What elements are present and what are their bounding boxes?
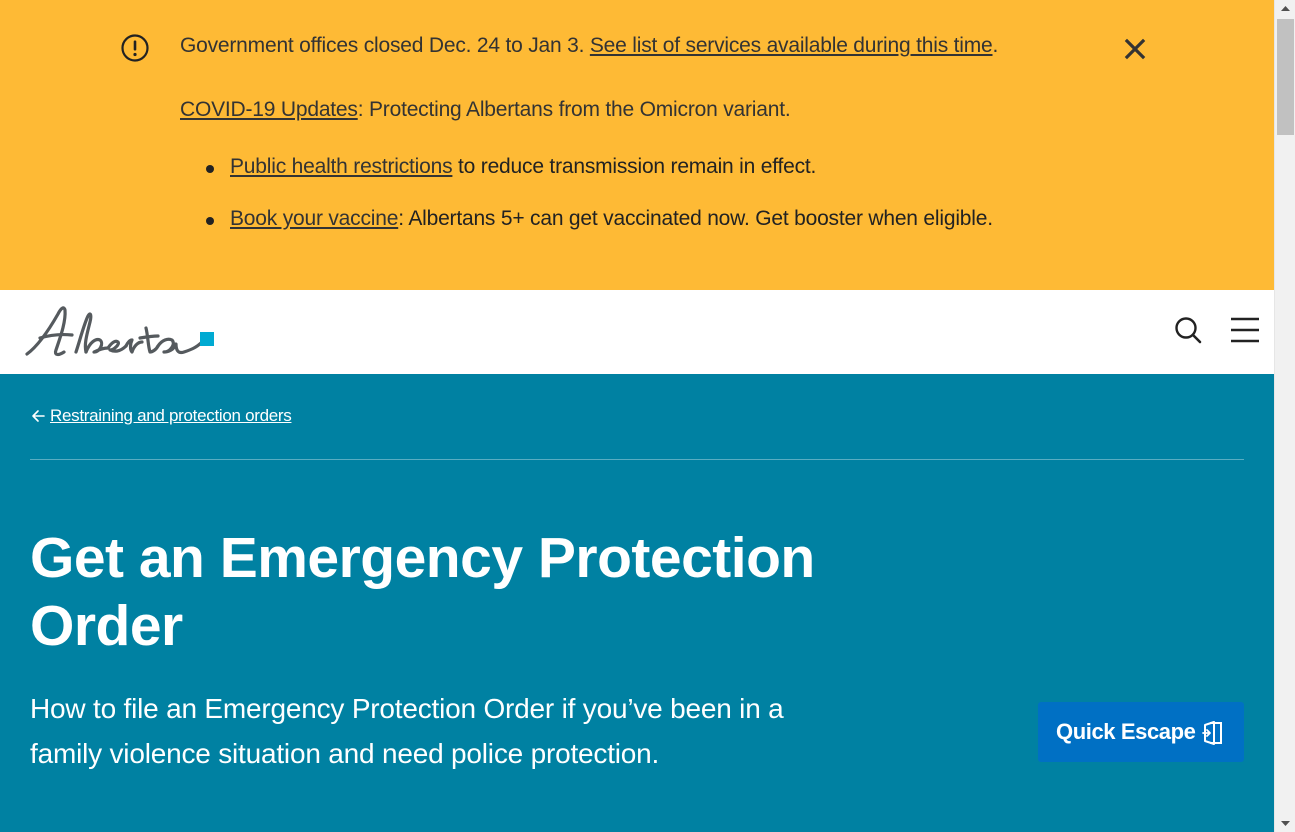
covid-notice-text: : Protecting Albertans from the Omicron … bbox=[357, 98, 791, 121]
bullet-icon bbox=[206, 165, 214, 173]
alert-notice-text: Government offices closed Dec. 24 to Jan… bbox=[180, 34, 590, 57]
alert-banner: Government offices closed Dec. 24 to Jan… bbox=[0, 0, 1274, 290]
page-viewport: Government offices closed Dec. 24 to Jan… bbox=[0, 0, 1274, 832]
breadcrumb: Restraining and protection orders bbox=[30, 406, 292, 426]
logo-square-icon bbox=[200, 332, 214, 346]
covid-notice: COVID-19 Updates: Protecting Albertans f… bbox=[180, 98, 791, 122]
covid-updates-link[interactable]: COVID-19 Updates bbox=[180, 98, 358, 121]
vertical-scrollbar[interactable] bbox=[1274, 0, 1295, 832]
page-lead: How to file an Emergency Protection Orde… bbox=[30, 693, 784, 769]
list-item-text: : Albertans 5+ can get vaccinated now. G… bbox=[398, 207, 993, 230]
arrow-left-icon bbox=[32, 410, 45, 422]
divider bbox=[30, 459, 1244, 460]
list-item: Public health restrictions to reduce tra… bbox=[180, 155, 993, 207]
alert-list: Public health restrictions to reduce tra… bbox=[180, 155, 993, 259]
breadcrumb-link[interactable]: Restraining and protection orders bbox=[50, 406, 292, 426]
search-icon[interactable] bbox=[1172, 314, 1204, 346]
alert-notice-end: . bbox=[992, 34, 999, 57]
menu-icon[interactable] bbox=[1228, 314, 1262, 346]
services-link[interactable]: See list of services available during th… bbox=[590, 34, 993, 57]
exit-door-icon bbox=[1202, 721, 1222, 745]
page-title: Get an Emergency Protection Order bbox=[30, 526, 815, 658]
list-item: Book your vaccine: Albertans 5+ can get … bbox=[180, 207, 993, 259]
alert-icon bbox=[121, 34, 149, 62]
alert-notice: Government offices closed Dec. 24 to Jan… bbox=[180, 34, 998, 58]
scrollbar-thumb[interactable] bbox=[1277, 19, 1294, 135]
scroll-up-icon[interactable] bbox=[1275, 0, 1295, 17]
alberta-logo[interactable] bbox=[24, 302, 219, 362]
scroll-down-icon[interactable] bbox=[1275, 815, 1295, 832]
close-icon[interactable] bbox=[1122, 36, 1148, 62]
health-restrictions-link[interactable]: Public health restrictions bbox=[230, 155, 453, 178]
quick-escape-label: Quick Escape bbox=[1056, 719, 1196, 744]
quick-escape-button[interactable]: Quick Escape bbox=[1038, 702, 1244, 762]
site-header bbox=[0, 290, 1274, 374]
bullet-icon bbox=[206, 217, 214, 225]
hero-section: Restraining and protection orders Get an… bbox=[0, 374, 1274, 832]
book-vaccine-link[interactable]: Book your vaccine bbox=[230, 207, 398, 230]
list-item-text: to reduce transmission remain in effect. bbox=[452, 155, 817, 178]
